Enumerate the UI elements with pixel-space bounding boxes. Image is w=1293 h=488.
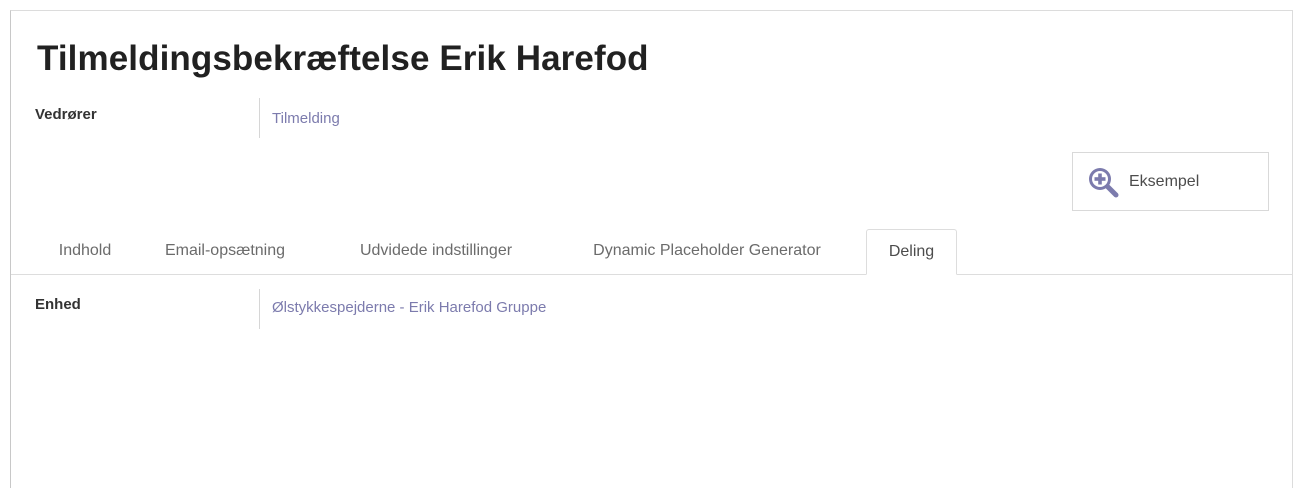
preview-button-label: Eksempel [1129, 173, 1200, 190]
field-value-enhed-link[interactable]: Ølstykkespejderne - Erik Harefod Gruppe [272, 299, 546, 316]
field-separator [259, 98, 260, 138]
tab-indhold[interactable]: Indhold [37, 229, 133, 275]
preview-button[interactable]: Eksempel [1072, 152, 1269, 211]
field-separator [259, 289, 260, 329]
tab-dynamic-placeholder-generator[interactable]: Dynamic Placeholder Generator [559, 229, 855, 275]
field-label-enhed: Enhed [35, 296, 81, 313]
form-sheet: Tilmeldingsbekræftelse Erik Harefod Vedr… [10, 10, 1293, 488]
zoom-in-icon [1089, 168, 1119, 198]
tab-email-opsaetning[interactable]: Email-opsætning [143, 229, 307, 275]
field-value-vedrorer-link[interactable]: Tilmelding [272, 110, 340, 127]
field-label-vedrorer: Vedrører [35, 106, 97, 123]
tab-udvidede-indstillinger[interactable]: Udvidede indstillinger [333, 229, 539, 275]
page-title: Tilmeldingsbekræftelse Erik Harefod [37, 39, 649, 78]
tab-deling[interactable]: Deling [866, 229, 957, 275]
